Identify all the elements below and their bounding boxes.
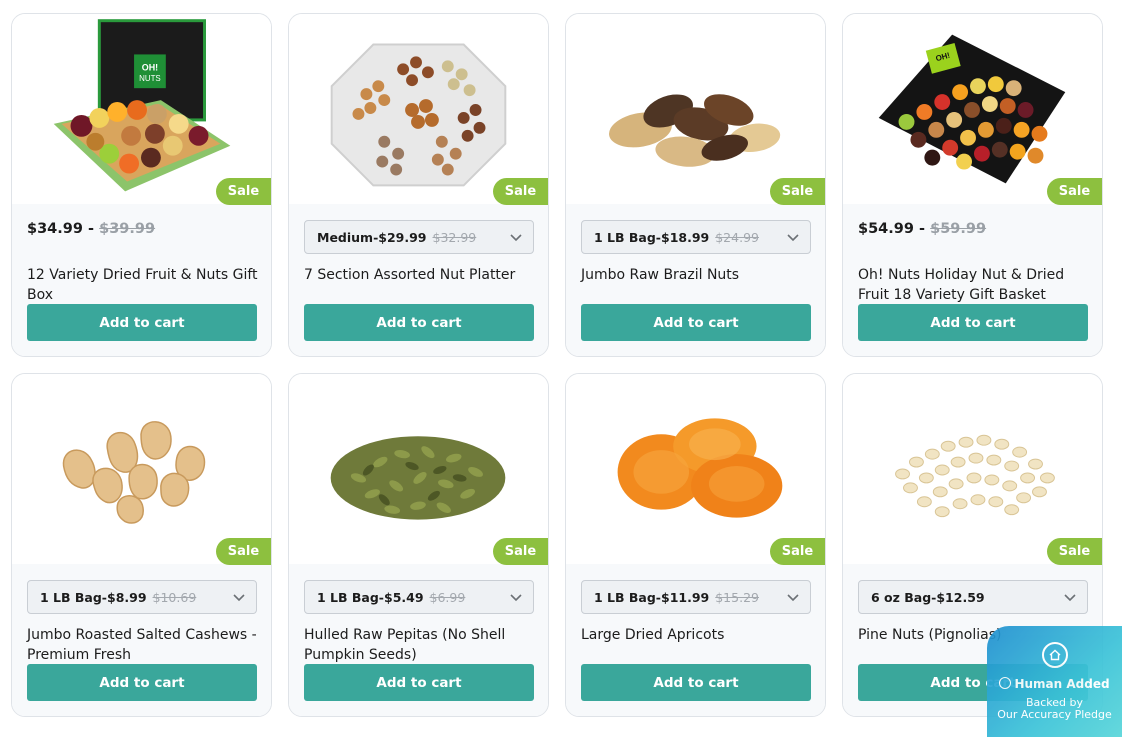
original-price: $24.99	[715, 229, 759, 245]
sale-badge: Sale	[493, 178, 548, 205]
product-card[interactable]: Sale 1 LB Bag-$8.99 $10.69 Jumbo Roasted…	[11, 373, 272, 717]
svg-text:OH!: OH!	[142, 62, 158, 72]
original-price: $15.29	[715, 589, 759, 605]
sale-price: $54.99	[858, 221, 914, 237]
variant-value: Medium-$29.99	[317, 229, 427, 245]
variant-select[interactable]: 6 oz Bag-$12.59	[858, 580, 1088, 614]
chevron-down-icon	[233, 594, 245, 602]
variant-select[interactable]: 1 LB Bag-$11.99 $15.29	[581, 580, 811, 614]
product-image[interactable]: OH!	[843, 14, 1102, 204]
product-card[interactable]: OH! NUTS Sale $34.99 - $39.99 12 Variety…	[11, 13, 272, 357]
sale-badge: Sale	[1047, 178, 1102, 205]
add-to-cart-button[interactable]: Add to cart	[581, 304, 811, 341]
product-card[interactable]: Sale Medium-$29.99 $32.99 7 Section Asso…	[288, 13, 549, 357]
product-title[interactable]: Oh! Nuts Holiday Nut & Dried Fruit 18 Va…	[858, 265, 1090, 305]
product-title[interactable]: Large Dried Apricots	[581, 625, 813, 645]
product-card[interactable]: Sale 1 LB Bag-$11.99 $15.29 Large Dried …	[565, 373, 826, 717]
price-separator: -	[88, 221, 95, 237]
add-to-cart-button[interactable]: Add to cart	[581, 664, 811, 701]
add-to-cart-button[interactable]: Add to cart	[27, 304, 257, 341]
product-title[interactable]: Jumbo Roasted Salted Cashews - Premium F…	[27, 625, 259, 665]
badge-headline: Human Added	[987, 677, 1122, 691]
chevron-down-icon	[510, 594, 522, 602]
product-image[interactable]	[12, 374, 271, 564]
badge-line3: Our Accuracy Pledge	[997, 708, 1112, 721]
product-title[interactable]: Hulled Raw Pepitas (No Shell Pumpkin See…	[304, 625, 536, 665]
sale-badge: Sale	[493, 538, 548, 565]
home-icon	[1042, 642, 1068, 668]
product-card[interactable]: Sale 1 LB Bag-$5.49 $6.99 Hulled Raw Pep…	[288, 373, 549, 717]
product-title[interactable]: Jumbo Raw Brazil Nuts	[581, 265, 813, 285]
product-image[interactable]: OH! NUTS	[12, 14, 271, 204]
accuracy-pledge-badge[interactable]: Human Added Backed by Our Accuracy Pledg…	[987, 626, 1122, 737]
check-circle-icon	[999, 677, 1012, 689]
price-separator: -	[919, 221, 926, 237]
chevron-down-icon	[1064, 594, 1076, 602]
variant-select[interactable]: Medium-$29.99 $32.99	[304, 220, 534, 254]
product-image[interactable]	[843, 374, 1102, 564]
price-line: $34.99 - $39.99	[27, 221, 155, 237]
variant-value: 1 LB Bag-$5.49	[317, 589, 424, 605]
original-price: $10.69	[152, 589, 197, 605]
variant-value: 1 LB Bag-$18.99	[594, 229, 710, 245]
variant-select[interactable]: 1 LB Bag-$18.99 $24.99	[581, 220, 811, 254]
variant-value: 6 oz Bag-$12.59	[871, 589, 985, 605]
sale-badge: Sale	[770, 538, 825, 565]
product-image[interactable]	[566, 374, 825, 564]
product-title[interactable]: 12 Variety Dried Fruit & Nuts Gift Box	[27, 265, 259, 305]
product-image[interactable]	[566, 14, 825, 204]
sale-badge: Sale	[770, 178, 825, 205]
chevron-down-icon	[787, 594, 799, 602]
variant-value: 1 LB Bag-$8.99	[40, 589, 147, 605]
variant-select[interactable]: 1 LB Bag-$5.49 $6.99	[304, 580, 534, 614]
product-card[interactable]: OH! Sale $54.99 - $59.99 Oh! Nuts Holida…	[842, 13, 1103, 357]
product-image[interactable]	[289, 14, 548, 204]
add-to-cart-button[interactable]: Add to cart	[304, 304, 534, 341]
chevron-down-icon	[510, 234, 522, 242]
product-image[interactable]	[289, 374, 548, 564]
svg-text:NUTS: NUTS	[139, 74, 161, 83]
sale-badge: Sale	[216, 178, 271, 205]
product-grid: OH! NUTS Sale $34.99 - $39.99 12 Variety…	[11, 13, 1103, 717]
chevron-down-icon	[787, 234, 799, 242]
sale-price: $34.99	[27, 221, 83, 237]
badge-line1: Human Added	[1014, 677, 1110, 691]
sale-badge: Sale	[216, 538, 271, 565]
add-to-cart-button[interactable]: Add to cart	[858, 304, 1088, 341]
original-price: $6.99	[429, 589, 466, 605]
variant-value: 1 LB Bag-$11.99	[594, 589, 710, 605]
original-price: $39.99	[99, 221, 156, 237]
add-to-cart-button[interactable]: Add to cart	[27, 664, 257, 701]
original-price: $59.99	[930, 221, 987, 237]
product-card[interactable]: Sale 1 LB Bag-$18.99 $24.99 Jumbo Raw Br…	[565, 13, 826, 357]
product-title[interactable]: 7 Section Assorted Nut Platter	[304, 265, 536, 285]
original-price: $32.99	[432, 229, 477, 245]
price-line: $54.99 - $59.99	[858, 221, 986, 237]
sale-badge: Sale	[1047, 538, 1102, 565]
variant-select[interactable]: 1 LB Bag-$8.99 $10.69	[27, 580, 257, 614]
add-to-cart-button[interactable]: Add to cart	[304, 664, 534, 701]
